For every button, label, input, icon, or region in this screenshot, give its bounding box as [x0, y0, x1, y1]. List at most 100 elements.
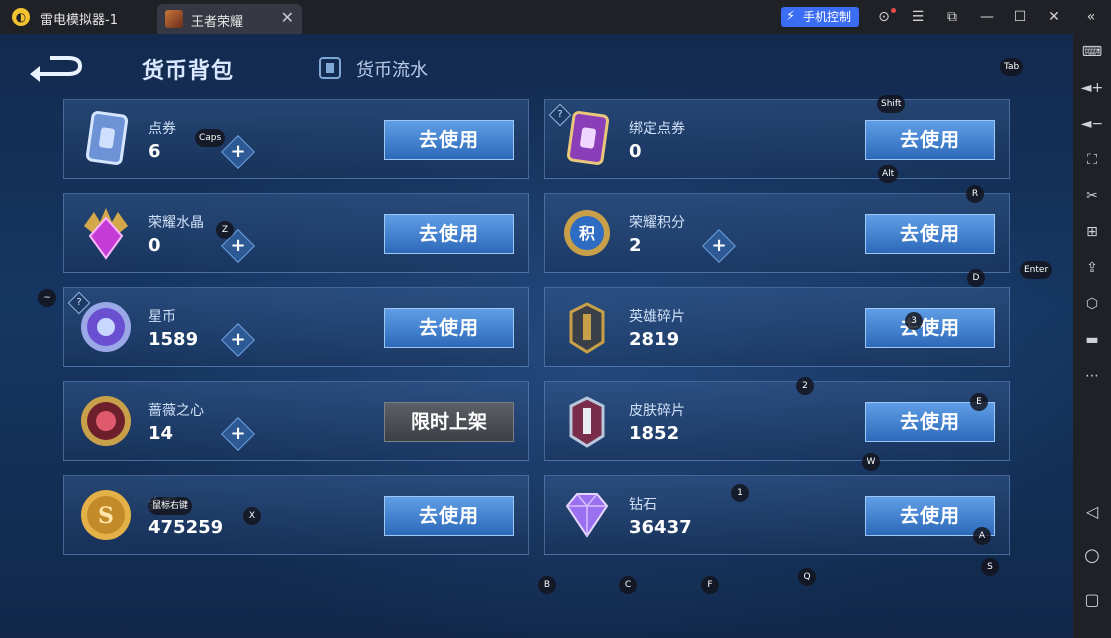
- voucher-card-icon: [85, 111, 129, 165]
- keymap-hint[interactable]: Enter: [1020, 261, 1053, 279]
- add-window-icon[interactable]: ⊞: [1078, 220, 1106, 244]
- currency-amount: 475259: [148, 517, 224, 538]
- currency-amount: 6: [148, 141, 161, 162]
- apk-install-icon[interactable]: ⇪: [1078, 256, 1106, 280]
- android-back-icon[interactable]: ◁: [1078, 500, 1106, 524]
- currency-name: 钻石: [629, 497, 657, 513]
- currency-card-glory-points: 积 荣耀积分 2 + 去使用: [544, 193, 1010, 273]
- keymap-hint[interactable]: 2: [796, 377, 814, 395]
- currency-card-glory-crystal: 荣耀水晶 0 + 去使用: [63, 193, 529, 273]
- add-rose-heart-button[interactable]: +: [221, 417, 255, 451]
- currency-name: 星币: [148, 309, 176, 325]
- limited-time-button[interactable]: 限时上架: [384, 402, 514, 442]
- currency-amount: 36437: [629, 517, 692, 538]
- keymap-hint[interactable]: B: [538, 576, 556, 594]
- keymap-hint[interactable]: S: [981, 558, 999, 576]
- collapse-sidebar-icon[interactable]: «: [1079, 6, 1103, 28]
- keymap-hint[interactable]: C: [619, 576, 637, 594]
- keymap-hint[interactable]: X: [243, 507, 261, 525]
- bound-voucher-card-icon: [566, 111, 610, 165]
- close-icon[interactable]: ✕: [1042, 6, 1066, 28]
- maximize-icon[interactable]: ☐: [1008, 6, 1032, 28]
- star-coin-icon: [81, 302, 131, 352]
- volume-down-icon[interactable]: ◄−: [1078, 112, 1106, 136]
- notification-dot: [891, 8, 896, 13]
- currency-name: 绑定点券: [629, 121, 685, 137]
- plus-icon: +: [230, 141, 246, 162]
- tab-currency-flow[interactable]: 货币流水: [356, 56, 428, 82]
- keymap-hint[interactable]: Z: [216, 221, 234, 239]
- svg-text:S: S: [98, 503, 114, 529]
- ldplayer-logo-icon: ◐: [12, 8, 30, 26]
- tab-label: 王者荣耀: [191, 15, 244, 30]
- use-voucher-button[interactable]: 去使用: [384, 120, 514, 160]
- folder-icon[interactable]: ▬: [1078, 328, 1106, 352]
- scissors-icon[interactable]: ✂: [1078, 184, 1106, 208]
- hexagon-settings-icon[interactable]: ⬡: [1078, 292, 1106, 316]
- tab-close-icon[interactable]: ✕: [281, 8, 294, 27]
- use-bound-voucher-button[interactable]: 去使用: [865, 120, 995, 160]
- keymap-hint[interactable]: Caps: [195, 129, 226, 147]
- keymap-hint[interactable]: F: [701, 576, 719, 594]
- keymap-hint[interactable]: D: [967, 269, 985, 287]
- keymap-hint[interactable]: 3: [905, 312, 923, 330]
- add-glory-points-button[interactable]: +: [702, 229, 736, 263]
- more-icon[interactable]: ⋯: [1078, 364, 1106, 388]
- keymap-hint[interactable]: E: [970, 393, 988, 411]
- use-hero-fragment-button[interactable]: 去使用: [865, 308, 995, 348]
- fullscreen-icon[interactable]: ⛶: [1078, 148, 1106, 172]
- svg-text:积: 积: [579, 224, 595, 243]
- keymap-hint[interactable]: ~: [38, 289, 56, 307]
- android-recents-icon[interactable]: ▢: [1078, 588, 1106, 612]
- keymap-hint[interactable]: 鼠标右键: [148, 497, 193, 515]
- hero-fragment-icon: [569, 302, 605, 354]
- keymap-hint[interactable]: 1: [731, 484, 749, 502]
- lightning-icon: ⚡: [786, 9, 796, 24]
- currency-card-rose-heart: 蔷薇之心 14 + 限时上架: [63, 381, 529, 461]
- menu-icon[interactable]: ☰: [906, 6, 930, 28]
- skin-fragment-icon: [569, 396, 605, 448]
- plus-icon: +: [230, 329, 246, 350]
- add-voucher-button[interactable]: +: [221, 135, 255, 169]
- tab-honor-of-kings[interactable]: 王者荣耀 ✕: [157, 4, 302, 34]
- currency-card-skin-fragment: 皮肤碎片 1852 去使用: [544, 381, 1010, 461]
- minimize-icon[interactable]: —: [975, 6, 999, 28]
- currency-card-diamond: 钻石 36437 去使用: [544, 475, 1010, 555]
- add-star-coin-button[interactable]: +: [221, 323, 255, 357]
- phone-control-label: 手机控制: [803, 10, 852, 24]
- keymap-hint[interactable]: Shift: [877, 95, 906, 113]
- currency-name: 荣耀积分: [629, 215, 685, 231]
- use-glory-crystal-button[interactable]: 去使用: [384, 214, 514, 254]
- diamond-icon: [565, 493, 609, 538]
- restore-icon[interactable]: ⧉: [940, 6, 964, 28]
- phone-control-button[interactable]: ⚡ 手机控制: [781, 7, 859, 27]
- volume-up-icon[interactable]: ◄+: [1078, 76, 1106, 100]
- currency-card-voucher: 点券 6 + 去使用: [63, 99, 529, 179]
- back-arrow-icon[interactable]: [28, 54, 84, 82]
- keymap-hint[interactable]: Alt: [878, 165, 899, 183]
- use-glory-points-button[interactable]: 去使用: [865, 214, 995, 254]
- android-home-icon[interactable]: ○: [1078, 544, 1106, 568]
- keymap-hint[interactable]: Tab: [1000, 58, 1024, 76]
- glory-crystal-icon: [84, 208, 128, 260]
- currency-amount: 0: [148, 235, 161, 256]
- currency-amount: 1589: [148, 329, 199, 350]
- keymap-hint[interactable]: A: [973, 527, 991, 545]
- plus-icon: +: [230, 423, 246, 444]
- currency-amount: 14: [148, 423, 174, 444]
- rose-heart-icon: [81, 396, 131, 446]
- currency-name: 英雄碎片: [629, 309, 685, 325]
- keymap-hint[interactable]: Q: [798, 568, 816, 586]
- currency-card-gold-coin: S 金币 475259 去使用: [63, 475, 529, 555]
- use-gold-coin-button[interactable]: 去使用: [384, 496, 514, 536]
- currency-amount: 2819: [629, 329, 680, 350]
- game-viewport: 货币背包 货币流水 点券 6 + 去使用 ? 绑定点券 0 去使用 荣耀水晶 0…: [0, 34, 1073, 638]
- currency-name: 点券: [148, 121, 176, 137]
- keymap-hint[interactable]: W: [862, 453, 880, 471]
- tab-currency-bag[interactable]: 货币背包: [142, 53, 234, 85]
- use-star-coin-button[interactable]: 去使用: [384, 308, 514, 348]
- app-title: 雷电模拟器-1: [40, 13, 118, 28]
- keymap-hint[interactable]: R: [966, 185, 984, 203]
- keyboard-icon[interactable]: ⌨: [1078, 40, 1106, 64]
- game-tab-icon: [165, 10, 183, 28]
